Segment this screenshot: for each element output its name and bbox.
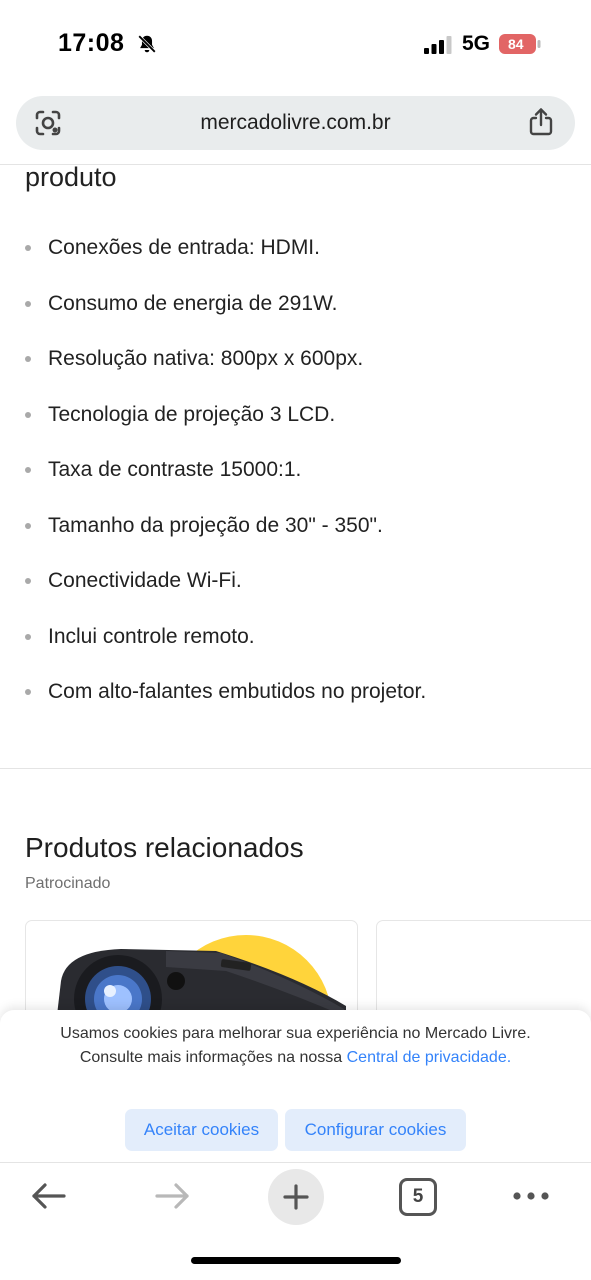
status-bar: 17:08 5G 84: [0, 0, 591, 90]
section-divider: [0, 768, 591, 769]
forward-arrow-icon[interactable]: [153, 1181, 191, 1211]
feature-item: Conectividade Wi-Fi.: [0, 555, 591, 611]
cookie-text-end: .: [506, 1049, 512, 1066]
tabs-button[interactable]: 5: [399, 1178, 437, 1216]
feature-item: Com alto-falantes embutidos no projetor.: [0, 666, 591, 722]
feature-item: Tamanho da projeção de 30" - 350".: [0, 500, 591, 556]
section-title: produto: [25, 162, 117, 192]
feature-item: Resolução nativa: 800px x 600px.: [0, 333, 591, 389]
plus-icon: [283, 1184, 309, 1210]
home-indicator[interactable]: [191, 1257, 401, 1264]
accept-cookies-button[interactable]: Aceitar cookies: [125, 1109, 278, 1151]
configure-cookies-button[interactable]: Configurar cookies: [285, 1109, 466, 1151]
bell-muted-icon: [137, 34, 157, 54]
cookie-message: Usamos cookies para melhorar sua experiê…: [40, 1022, 551, 1070]
address-bar[interactable]: mercadolivre.com.br: [16, 96, 575, 150]
share-icon[interactable]: [527, 107, 555, 137]
related-products-title: Produtos relacionados: [25, 832, 304, 863]
back-arrow-icon[interactable]: [30, 1181, 68, 1211]
privacy-center-link[interactable]: Central de privacidade: [347, 1049, 507, 1066]
browser-screen: 17:08 5G 84 mercadolivre.com.br produto …: [0, 0, 591, 1280]
battery-level: 84: [508, 36, 524, 52]
signal-icon: [424, 36, 452, 54]
sponsored-label: Patrocinado: [25, 875, 111, 892]
feature-item: Consumo de energia de 291W.: [0, 278, 591, 334]
feature-list: Conexões de entrada: HDMI. Consumo de en…: [0, 222, 591, 722]
battery-icon: 84: [499, 34, 541, 54]
feature-item: Conexões de entrada: HDMI.: [0, 222, 591, 278]
feature-item: Inclui controle remoto.: [0, 611, 591, 667]
feature-item: Tecnologia de projeção 3 LCD.: [0, 389, 591, 445]
status-time: 17:08: [58, 29, 125, 57]
more-icon[interactable]: [512, 1191, 550, 1201]
network-label: 5G: [462, 32, 491, 55]
url-text[interactable]: mercadolivre.com.br: [16, 111, 575, 135]
new-tab-button[interactable]: [268, 1169, 324, 1225]
feature-item: Taxa de contraste 15000:1.: [0, 444, 591, 500]
cookie-banner: Usamos cookies para melhorar sua experiê…: [0, 1010, 591, 1165]
